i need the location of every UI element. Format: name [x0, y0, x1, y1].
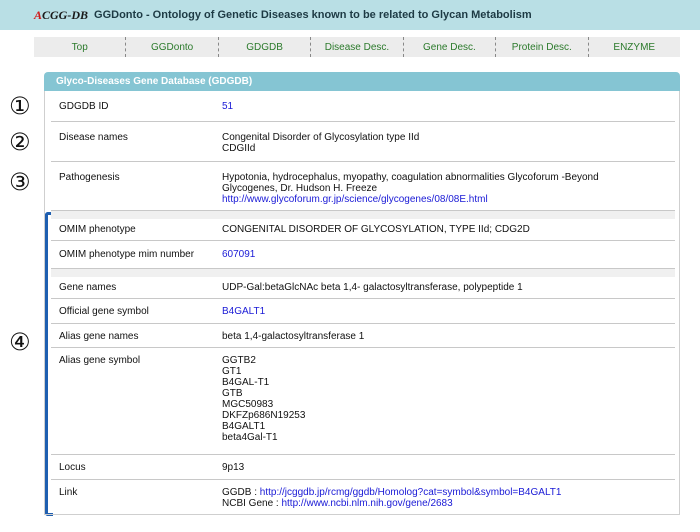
row-omim-phenotype: OMIM phenotype CONGENITAL DISORDER OF GL… — [51, 219, 675, 241]
row-key: Official gene symbol — [59, 306, 149, 317]
row-value: CONGENITAL DISORDER OF GLYCOSYLATION, TY… — [222, 224, 530, 235]
nav-top[interactable]: Top — [34, 37, 127, 57]
row-official-symbol: Official gene symbol B4GALT1 — [51, 299, 675, 324]
nav-gdgdb[interactable]: GDGDB — [219, 37, 312, 57]
row-value: Congenital Disorder of Glycosylation typ… — [222, 132, 420, 154]
nav-disease-desc[interactable]: Disease Desc. — [311, 37, 404, 57]
section-gap — [51, 269, 675, 277]
acgg-db-logo[interactable]: ACGG-DB — [34, 8, 88, 23]
nav-gene-desc[interactable]: Gene Desc. — [404, 37, 497, 57]
row-value: GGTB2 GT1 B4GAL-T1 GTB MGC50983 DKFZp686… — [222, 355, 306, 443]
row-key: Alias gene symbol — [59, 355, 141, 366]
marker-2: ② — [9, 128, 31, 156]
row-key: GDGDB ID — [59, 101, 109, 112]
ncbi-gene-link[interactable]: http://www.ncbi.nlm.nih.gov/gene/2683 — [281, 498, 452, 509]
top-header-bar: ACGG-DB GGDonto - Ontology of Genetic Di… — [0, 0, 700, 30]
row-gene-names: Gene names UDP-Gal:betaGlcNAc beta 1,4- … — [51, 277, 675, 299]
nav-ggdonto[interactable]: GGDonto — [126, 37, 219, 57]
row-key: Gene names — [59, 282, 117, 293]
omim-mim-link[interactable]: 607091 — [222, 249, 255, 260]
gdgdb-id-link[interactable]: 51 — [222, 101, 233, 112]
row-locus: Locus 9p13 — [51, 455, 675, 480]
official-symbol-link[interactable]: B4GALT1 — [222, 306, 265, 317]
row-link: Link GGDB : http://jcggdb.jp/rcmg/ggdb/H… — [51, 480, 675, 514]
nav-enzyme[interactable]: ENZYME — [589, 37, 680, 57]
gene-info-table: GDGDB ID 51 Disease names Congenital Dis… — [44, 91, 680, 515]
row-alias-symbol: Alias gene symbol GGTB2 GT1 B4GAL-T1 GTB… — [51, 348, 675, 455]
nav-bar: Top GGDonto GDGDB Disease Desc. Gene Des… — [34, 37, 680, 57]
marker-4: ④ — [9, 328, 31, 356]
row-key: Pathogenesis — [59, 172, 120, 183]
row-value: beta 1,4-galactosyltransferase 1 — [222, 331, 365, 342]
row-key: Link — [59, 487, 78, 498]
row-value: GGDB : http://jcggdb.jp/rcmg/ggdb/Homolo… — [222, 487, 562, 509]
glycoforum-link[interactable]: http://www.glycoforum.gr.jp/science/glyc… — [222, 194, 488, 205]
row-value: UDP-Gal:betaGlcNAc beta 1,4- galactosylt… — [222, 282, 523, 293]
row-gdgdb-id: GDGDB ID 51 — [51, 91, 675, 122]
row-alias-names: Alias gene names beta 1,4-galactosyltran… — [51, 324, 675, 348]
nav-protein-desc[interactable]: Protein Desc. — [496, 37, 589, 57]
section-gap — [51, 211, 675, 219]
row-key: Locus — [59, 462, 86, 473]
row-value: Hypotonia, hydrocephalus, myopathy, coag… — [222, 172, 599, 205]
marker-3: ③ — [9, 168, 31, 196]
row-value: 9p13 — [222, 462, 245, 473]
section-title: Glyco-Diseases Gene Database (GDGDB) — [44, 72, 680, 91]
ggdb-homolog-link[interactable]: http://jcggdb.jp/rcmg/ggdb/Homolog?cat=s… — [260, 487, 562, 498]
marker-1: ① — [9, 92, 31, 120]
row-key: OMIM phenotype mim number — [59, 249, 195, 260]
row-key: OMIM phenotype — [59, 224, 136, 235]
row-pathogenesis: Pathogenesis Hypotonia, hydrocephalus, m… — [51, 162, 675, 211]
row-key: Disease names — [59, 132, 128, 143]
row-disease-names: Disease names Congenital Disorder of Gly… — [51, 122, 675, 162]
row-key: Alias gene names — [59, 331, 139, 342]
row-omim-mim: OMIM phenotype mim number 607091 — [51, 241, 675, 269]
header-title: GGDonto - Ontology of Genetic Diseases k… — [94, 9, 532, 21]
